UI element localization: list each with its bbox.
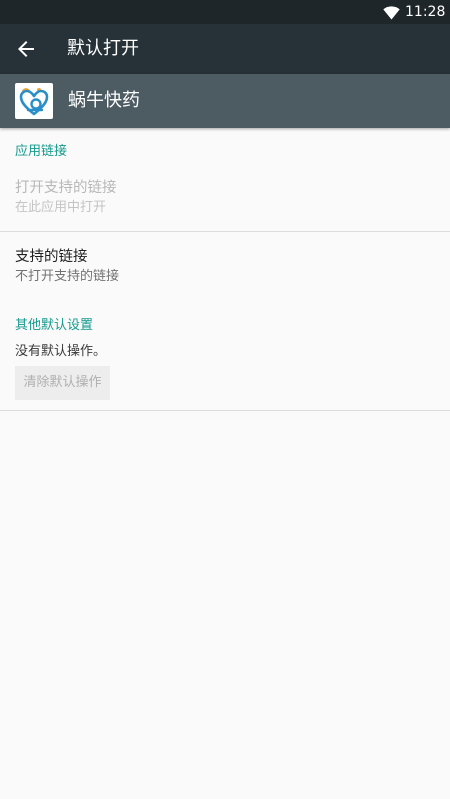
wifi-icon <box>383 5 400 20</box>
page-title: 默认打开 <box>67 38 139 59</box>
divider <box>0 231 450 232</box>
arrow-back-icon[interactable] <box>14 37 38 61</box>
open-supported-links-subtitle: 在此应用中打开 <box>15 200 107 215</box>
supported-links-subtitle: 不打开支持的链接 <box>15 269 120 284</box>
status-bar: 11:28 <box>0 0 450 24</box>
app-header: 蜗牛快药 <box>0 74 450 128</box>
divider <box>0 410 450 411</box>
app-logo-icon <box>15 83 53 119</box>
clear-defaults-button[interactable]: 清除默认操作 <box>15 366 110 400</box>
open-supported-links-title: 打开支持的链接 <box>15 180 117 196</box>
no-default-actions-text: 没有默认操作。 <box>15 344 107 359</box>
app-name: 蜗牛快药 <box>68 90 140 111</box>
toolbar: 默认打开 <box>0 24 450 74</box>
section-title-other-defaults: 其他默认设置 <box>15 318 94 333</box>
status-clock: 11:28 <box>405 4 446 20</box>
supported-links-title: 支持的链接 <box>15 249 88 265</box>
section-title-app-links: 应用链接 <box>15 144 68 159</box>
